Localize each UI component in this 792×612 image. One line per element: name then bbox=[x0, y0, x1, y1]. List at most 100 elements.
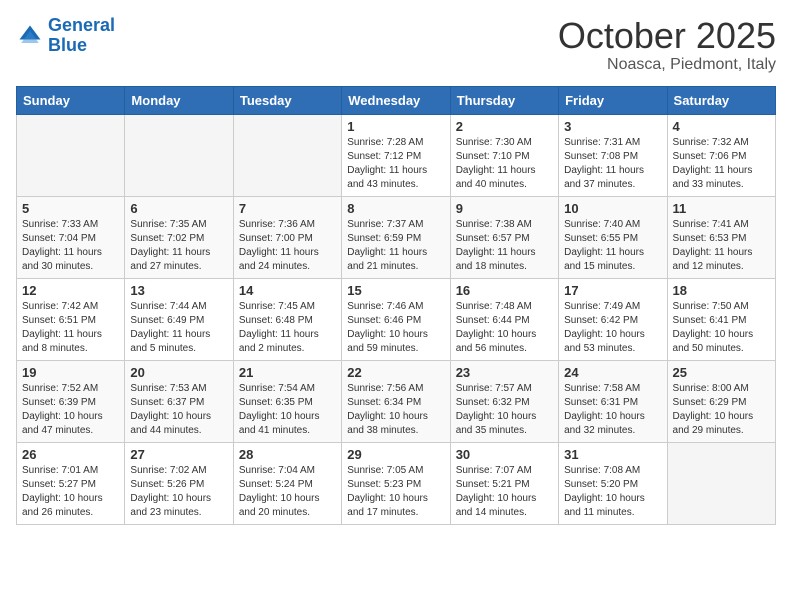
day-cell: 17 Sunrise: 7:49 AM Sunset: 6:42 PM Dayli… bbox=[559, 278, 667, 360]
day-number: 15 bbox=[347, 283, 444, 298]
day-cell: 31 Sunrise: 7:08 AM Sunset: 5:20 PM Dayli… bbox=[559, 442, 667, 524]
day-number: 4 bbox=[673, 119, 770, 134]
day-info: Sunrise: 8:00 AM Sunset: 6:29 PM Dayligh… bbox=[673, 382, 770, 438]
day-cell: 20 Sunrise: 7:53 AM Sunset: 6:37 PM Dayli… bbox=[125, 360, 233, 442]
day-number: 8 bbox=[347, 201, 444, 216]
calendar: SundayMondayTuesdayWednesdayThursdayFrid… bbox=[16, 86, 776, 525]
week-row-2: 5 Sunrise: 7:33 AM Sunset: 7:04 PM Daylig… bbox=[17, 196, 776, 278]
day-number: 20 bbox=[130, 365, 227, 380]
title-block: October 2025 Noasca, Piedmont, Italy bbox=[558, 16, 776, 74]
day-cell: 15Sunrise: 7:46 AM Sunset: 6:46 PM Dayli… bbox=[342, 278, 450, 360]
day-number: 16 bbox=[456, 283, 553, 298]
day-info: Sunrise: 7:56 AM Sunset: 6:34 PM Dayligh… bbox=[347, 382, 444, 438]
day-info: Sunrise: 7:44 AM Sunset: 6:49 PM Dayligh… bbox=[130, 300, 227, 356]
day-info: Sunrise: 7:54 AM Sunset: 6:35 PM Dayligh… bbox=[239, 382, 336, 438]
day-cell: 2Sunrise: 7:30 AM Sunset: 7:10 PM Daylig… bbox=[450, 114, 558, 196]
day-number: 5 bbox=[22, 201, 119, 216]
day-number: 19 bbox=[22, 365, 119, 380]
day-cell: 4 Sunrise: 7:32 AM Sunset: 7:06 PM Daylig… bbox=[667, 114, 775, 196]
location: Noasca, Piedmont, Italy bbox=[558, 56, 776, 74]
day-cell: 26 Sunrise: 7:01 AM Sunset: 5:27 PM Dayli… bbox=[17, 442, 125, 524]
day-cell: 1 Sunrise: 7:28 AM Sunset: 7:12 PM Daylig… bbox=[342, 114, 450, 196]
day-cell: 30Sunrise: 7:07 AM Sunset: 5:21 PM Dayli… bbox=[450, 442, 558, 524]
page-header: General Blue October 2025 Noasca, Piedmo… bbox=[16, 16, 776, 74]
logo-icon bbox=[16, 22, 44, 50]
day-number: 29 bbox=[347, 447, 444, 462]
day-number: 11 bbox=[673, 201, 770, 216]
logo-line2: Blue bbox=[48, 35, 87, 55]
day-info: Sunrise: 7:42 AM Sunset: 6:51 PM Dayligh… bbox=[22, 300, 119, 356]
day-info: Sunrise: 7:30 AM Sunset: 7:10 PM Dayligh… bbox=[456, 136, 553, 192]
day-info: Sunrise: 7:36 AM Sunset: 7:00 PM Dayligh… bbox=[239, 218, 336, 274]
day-info: Sunrise: 7:08 AM Sunset: 5:20 PM Dayligh… bbox=[564, 464, 661, 520]
week-row-5: 26 Sunrise: 7:01 AM Sunset: 5:27 PM Dayli… bbox=[17, 442, 776, 524]
day-cell: 22Sunrise: 7:56 AM Sunset: 6:34 PM Dayli… bbox=[342, 360, 450, 442]
day-info: Sunrise: 7:33 AM Sunset: 7:04 PM Dayligh… bbox=[22, 218, 119, 274]
day-cell bbox=[125, 114, 233, 196]
day-info: Sunrise: 7:58 AM Sunset: 6:31 PM Dayligh… bbox=[564, 382, 661, 438]
day-number: 9 bbox=[456, 201, 553, 216]
day-cell bbox=[17, 114, 125, 196]
day-number: 14 bbox=[239, 283, 336, 298]
weekday-tuesday: Tuesday bbox=[233, 86, 341, 114]
day-info: Sunrise: 7:48 AM Sunset: 6:44 PM Dayligh… bbox=[456, 300, 553, 356]
day-info: Sunrise: 7:57 AM Sunset: 6:32 PM Dayligh… bbox=[456, 382, 553, 438]
day-number: 13 bbox=[130, 283, 227, 298]
weekday-friday: Friday bbox=[559, 86, 667, 114]
logo-line1: General bbox=[48, 15, 115, 35]
day-number: 18 bbox=[673, 283, 770, 298]
day-info: Sunrise: 7:53 AM Sunset: 6:37 PM Dayligh… bbox=[130, 382, 227, 438]
day-info: Sunrise: 7:31 AM Sunset: 7:08 PM Dayligh… bbox=[564, 136, 661, 192]
week-row-1: 1 Sunrise: 7:28 AM Sunset: 7:12 PM Daylig… bbox=[17, 114, 776, 196]
day-number: 23 bbox=[456, 365, 553, 380]
day-cell: 10 Sunrise: 7:40 AM Sunset: 6:55 PM Dayli… bbox=[559, 196, 667, 278]
day-number: 28 bbox=[239, 447, 336, 462]
weekday-thursday: Thursday bbox=[450, 86, 558, 114]
day-number: 12 bbox=[22, 283, 119, 298]
day-cell: 14Sunrise: 7:45 AM Sunset: 6:48 PM Dayli… bbox=[233, 278, 341, 360]
day-info: Sunrise: 7:28 AM Sunset: 7:12 PM Dayligh… bbox=[347, 136, 444, 192]
day-number: 31 bbox=[564, 447, 661, 462]
month-title: October 2025 bbox=[558, 16, 776, 56]
day-number: 10 bbox=[564, 201, 661, 216]
day-info: Sunrise: 7:50 AM Sunset: 6:41 PM Dayligh… bbox=[673, 300, 770, 356]
day-cell bbox=[667, 442, 775, 524]
day-cell: 6Sunrise: 7:35 AM Sunset: 7:02 PM Daylig… bbox=[125, 196, 233, 278]
weekday-saturday: Saturday bbox=[667, 86, 775, 114]
day-info: Sunrise: 7:37 AM Sunset: 6:59 PM Dayligh… bbox=[347, 218, 444, 274]
day-info: Sunrise: 7:40 AM Sunset: 6:55 PM Dayligh… bbox=[564, 218, 661, 274]
weekday-wednesday: Wednesday bbox=[342, 86, 450, 114]
day-info: Sunrise: 7:01 AM Sunset: 5:27 PM Dayligh… bbox=[22, 464, 119, 520]
weekday-monday: Monday bbox=[125, 86, 233, 114]
day-number: 21 bbox=[239, 365, 336, 380]
day-info: Sunrise: 7:41 AM Sunset: 6:53 PM Dayligh… bbox=[673, 218, 770, 274]
day-info: Sunrise: 7:49 AM Sunset: 6:42 PM Dayligh… bbox=[564, 300, 661, 356]
day-cell bbox=[233, 114, 341, 196]
day-cell: 27Sunrise: 7:02 AM Sunset: 5:26 PM Dayli… bbox=[125, 442, 233, 524]
day-info: Sunrise: 7:35 AM Sunset: 7:02 PM Dayligh… bbox=[130, 218, 227, 274]
day-number: 1 bbox=[347, 119, 444, 134]
week-row-3: 12 Sunrise: 7:42 AM Sunset: 6:51 PM Dayli… bbox=[17, 278, 776, 360]
logo-text: General Blue bbox=[48, 16, 115, 56]
logo: General Blue bbox=[16, 16, 115, 56]
day-info: Sunrise: 7:38 AM Sunset: 6:57 PM Dayligh… bbox=[456, 218, 553, 274]
day-number: 17 bbox=[564, 283, 661, 298]
day-number: 30 bbox=[456, 447, 553, 462]
day-info: Sunrise: 7:32 AM Sunset: 7:06 PM Dayligh… bbox=[673, 136, 770, 192]
calendar-body: 1 Sunrise: 7:28 AM Sunset: 7:12 PM Daylig… bbox=[17, 114, 776, 524]
day-cell: 19Sunrise: 7:52 AM Sunset: 6:39 PM Dayli… bbox=[17, 360, 125, 442]
day-number: 3 bbox=[564, 119, 661, 134]
day-cell: 24 Sunrise: 7:58 AM Sunset: 6:31 PM Dayli… bbox=[559, 360, 667, 442]
day-info: Sunrise: 7:05 AM Sunset: 5:23 PM Dayligh… bbox=[347, 464, 444, 520]
day-cell: 12 Sunrise: 7:42 AM Sunset: 6:51 PM Dayli… bbox=[17, 278, 125, 360]
week-row-4: 19Sunrise: 7:52 AM Sunset: 6:39 PM Dayli… bbox=[17, 360, 776, 442]
day-cell: 9 Sunrise: 7:38 AM Sunset: 6:57 PM Daylig… bbox=[450, 196, 558, 278]
day-info: Sunrise: 7:02 AM Sunset: 5:26 PM Dayligh… bbox=[130, 464, 227, 520]
day-cell: 3 Sunrise: 7:31 AM Sunset: 7:08 PM Daylig… bbox=[559, 114, 667, 196]
day-cell: 13 Sunrise: 7:44 AM Sunset: 6:49 PM Dayli… bbox=[125, 278, 233, 360]
day-number: 24 bbox=[564, 365, 661, 380]
day-number: 26 bbox=[22, 447, 119, 462]
day-cell: 16 Sunrise: 7:48 AM Sunset: 6:44 PM Dayli… bbox=[450, 278, 558, 360]
day-cell: 7Sunrise: 7:36 AM Sunset: 7:00 PM Daylig… bbox=[233, 196, 341, 278]
day-cell: 28Sunrise: 7:04 AM Sunset: 5:24 PM Dayli… bbox=[233, 442, 341, 524]
